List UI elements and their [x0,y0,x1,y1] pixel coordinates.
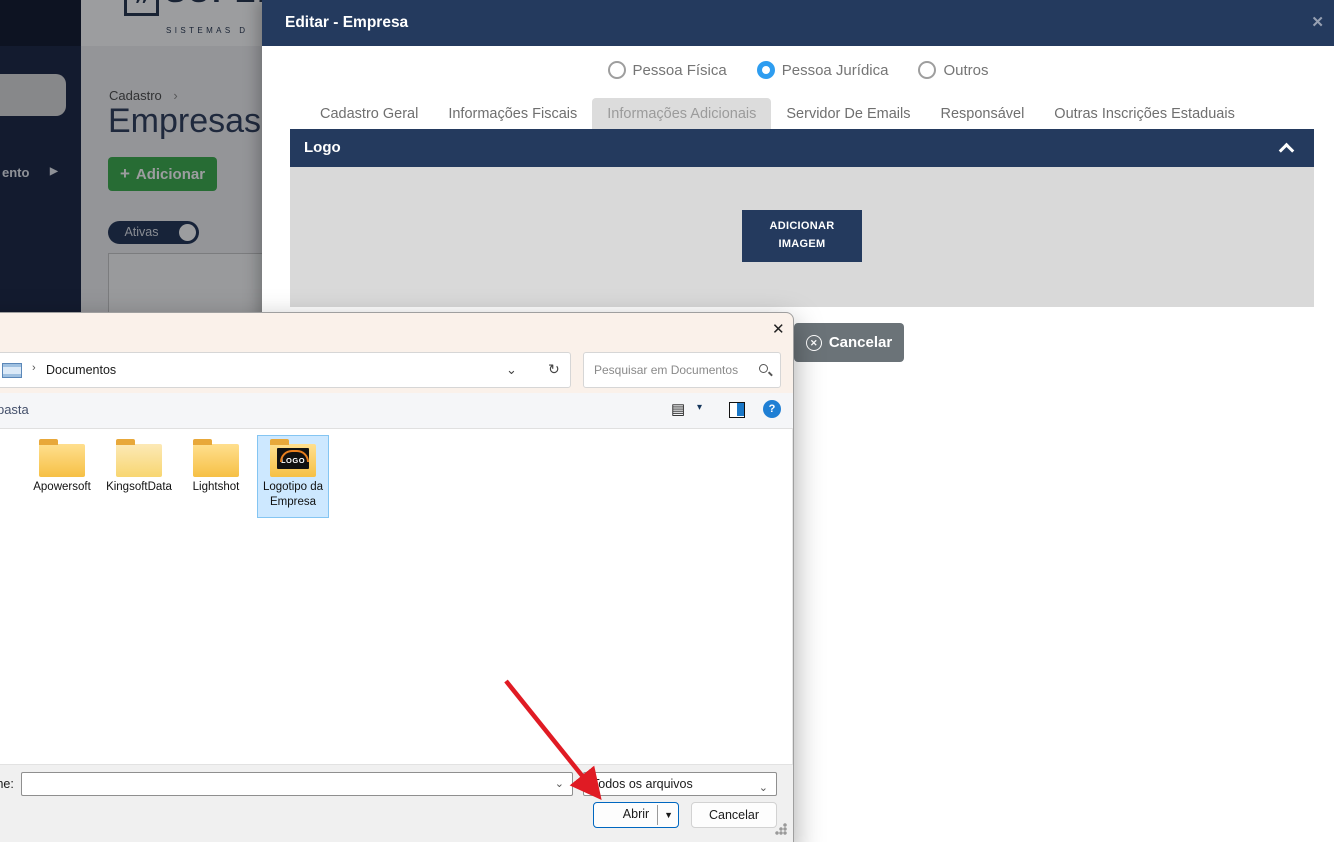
new-folder-button[interactable]: Nova pasta [0,402,29,417]
folder-list: Apowersoft KingsoftData Lightshot LOGO L… [0,428,793,764]
panel-title: Logo [304,139,341,156]
filename-dropdown-icon[interactable]: ⌄ [555,777,564,790]
search-icon [759,364,768,373]
logo-panel-body: ADICIONAR IMAGEM [290,167,1314,307]
radio-label: Outros [943,61,989,79]
views-caret-icon[interactable]: ▾ [697,402,702,413]
radio-outros[interactable]: Outros [918,61,988,79]
open-button[interactable]: Abrir ▼ [593,802,679,828]
resize-grip[interactable] [775,823,787,835]
dialog-titlebar[interactable]: ✕ [0,313,793,347]
tab-informacoes-fiscais[interactable]: Informações Fiscais [433,98,592,130]
open-caret-icon: ▼ [664,810,673,820]
folder-icon: LOGO [270,439,316,477]
dialog-close-icon[interactable]: ✕ [772,320,785,338]
address-row: › Documentos ⌄ ↻ [0,347,793,393]
search-input[interactable] [594,353,744,387]
tab-cadastro-geral[interactable]: Cadastro Geral [305,98,433,130]
split-divider [657,805,658,825]
documents-folder-icon [2,363,22,378]
logo-panel: Logo ADICIONAR IMAGEM [290,129,1314,307]
help-icon[interactable]: ? [763,400,781,418]
preview-pane-icon[interactable] [729,402,745,418]
folder-icon [193,439,239,477]
search-box[interactable] [583,352,781,388]
modal-header: Editar - Empresa ✕ [262,0,1334,46]
logo-panel-header[interactable]: Logo [290,129,1314,167]
person-type-radio-group: Pessoa Física Pessoa Jurídica Outros [262,61,1334,79]
breadcrumb-chevron-icon: › [32,362,36,374]
modal-tabs: Cadastro Geral Informações Fiscais Infor… [305,98,1250,130]
radio-label: Pessoa Física [632,61,727,79]
radio-circle-icon [756,61,775,79]
filetype-value: Todos os arquivos [592,777,693,791]
filename-label: Nome: [0,777,14,791]
file-open-dialog: ✕ › Documentos ⌄ ↻ Nova pasta ▤ ▾ ? [0,312,794,842]
tab-responsavel[interactable]: Responsável [925,98,1039,130]
filename-input[interactable] [28,773,538,795]
folder-item-logotipo-selected[interactable]: LOGO Logotipo da Empresa [257,435,329,518]
tab-servidor-de-emails[interactable]: Servidor De Emails [771,98,925,130]
dialog-cancel-button[interactable]: Cancelar [691,802,777,828]
cancel-x-circle-icon: ✕ [805,334,822,351]
folder-name: KingsoftData [106,481,172,493]
views-icon[interactable]: ▤ [671,400,685,418]
screen: ❞ SUPER SISTEMAS D ento ▶ Cadastro › Emp… [0,0,1334,842]
dialog-toolbar: Nova pasta ▤ ▾ ? [0,393,793,428]
address-bar[interactable]: › Documentos ⌄ ↻ [0,352,571,388]
radio-pessoa-fisica[interactable]: Pessoa Física [607,61,727,79]
address-location[interactable]: Documentos [46,363,116,377]
refresh-icon[interactable]: ↻ [548,361,560,378]
folder-item-apowersoft[interactable]: Apowersoft [26,435,98,518]
folder-icon [39,439,85,477]
open-button-label: Abrir [622,807,650,821]
cancel-button-label: Cancelar [828,334,893,351]
radio-circle-icon [918,61,937,79]
radio-circle-icon [607,61,626,79]
radio-label: Pessoa Jurídica [781,61,889,79]
folder-name: Lightshot [192,481,240,493]
folder-item-kingsoftdata[interactable]: KingsoftData [103,435,175,518]
modal-title: Editar - Empresa [285,14,409,31]
folder-name: Logotipo da Empresa [262,481,324,508]
chevron-up-icon[interactable] [1278,142,1295,159]
tab-outras-inscricoes[interactable]: Outras Inscrições Estaduais [1039,98,1250,130]
filetype-dropdown-icon: ⌄ [758,782,768,794]
modal-cancel-button[interactable]: ✕ Cancelar [794,323,904,362]
filetype-select[interactable]: Todos os arquivos ⌄ [583,772,777,796]
dialog-footer: Nome: ⌄ Todos os arquivos ⌄ Abrir ▼ Canc… [0,764,793,842]
filename-combo[interactable]: ⌄ [21,772,573,796]
folder-icon [116,439,162,477]
folder-item-lightshot[interactable]: Lightshot [180,435,252,518]
folder-name: Apowersoft [33,481,91,493]
tab-informacoes-adicionais[interactable]: Informações Adicionais [592,98,772,130]
add-image-button[interactable]: ADICIONAR IMAGEM [742,210,862,262]
modal-close-icon[interactable]: ✕ [1311,13,1324,31]
logo-thumbnail: LOGO [277,448,309,469]
address-dropdown-icon[interactable]: ⌄ [506,362,517,378]
radio-pessoa-juridica[interactable]: Pessoa Jurídica [756,61,889,79]
